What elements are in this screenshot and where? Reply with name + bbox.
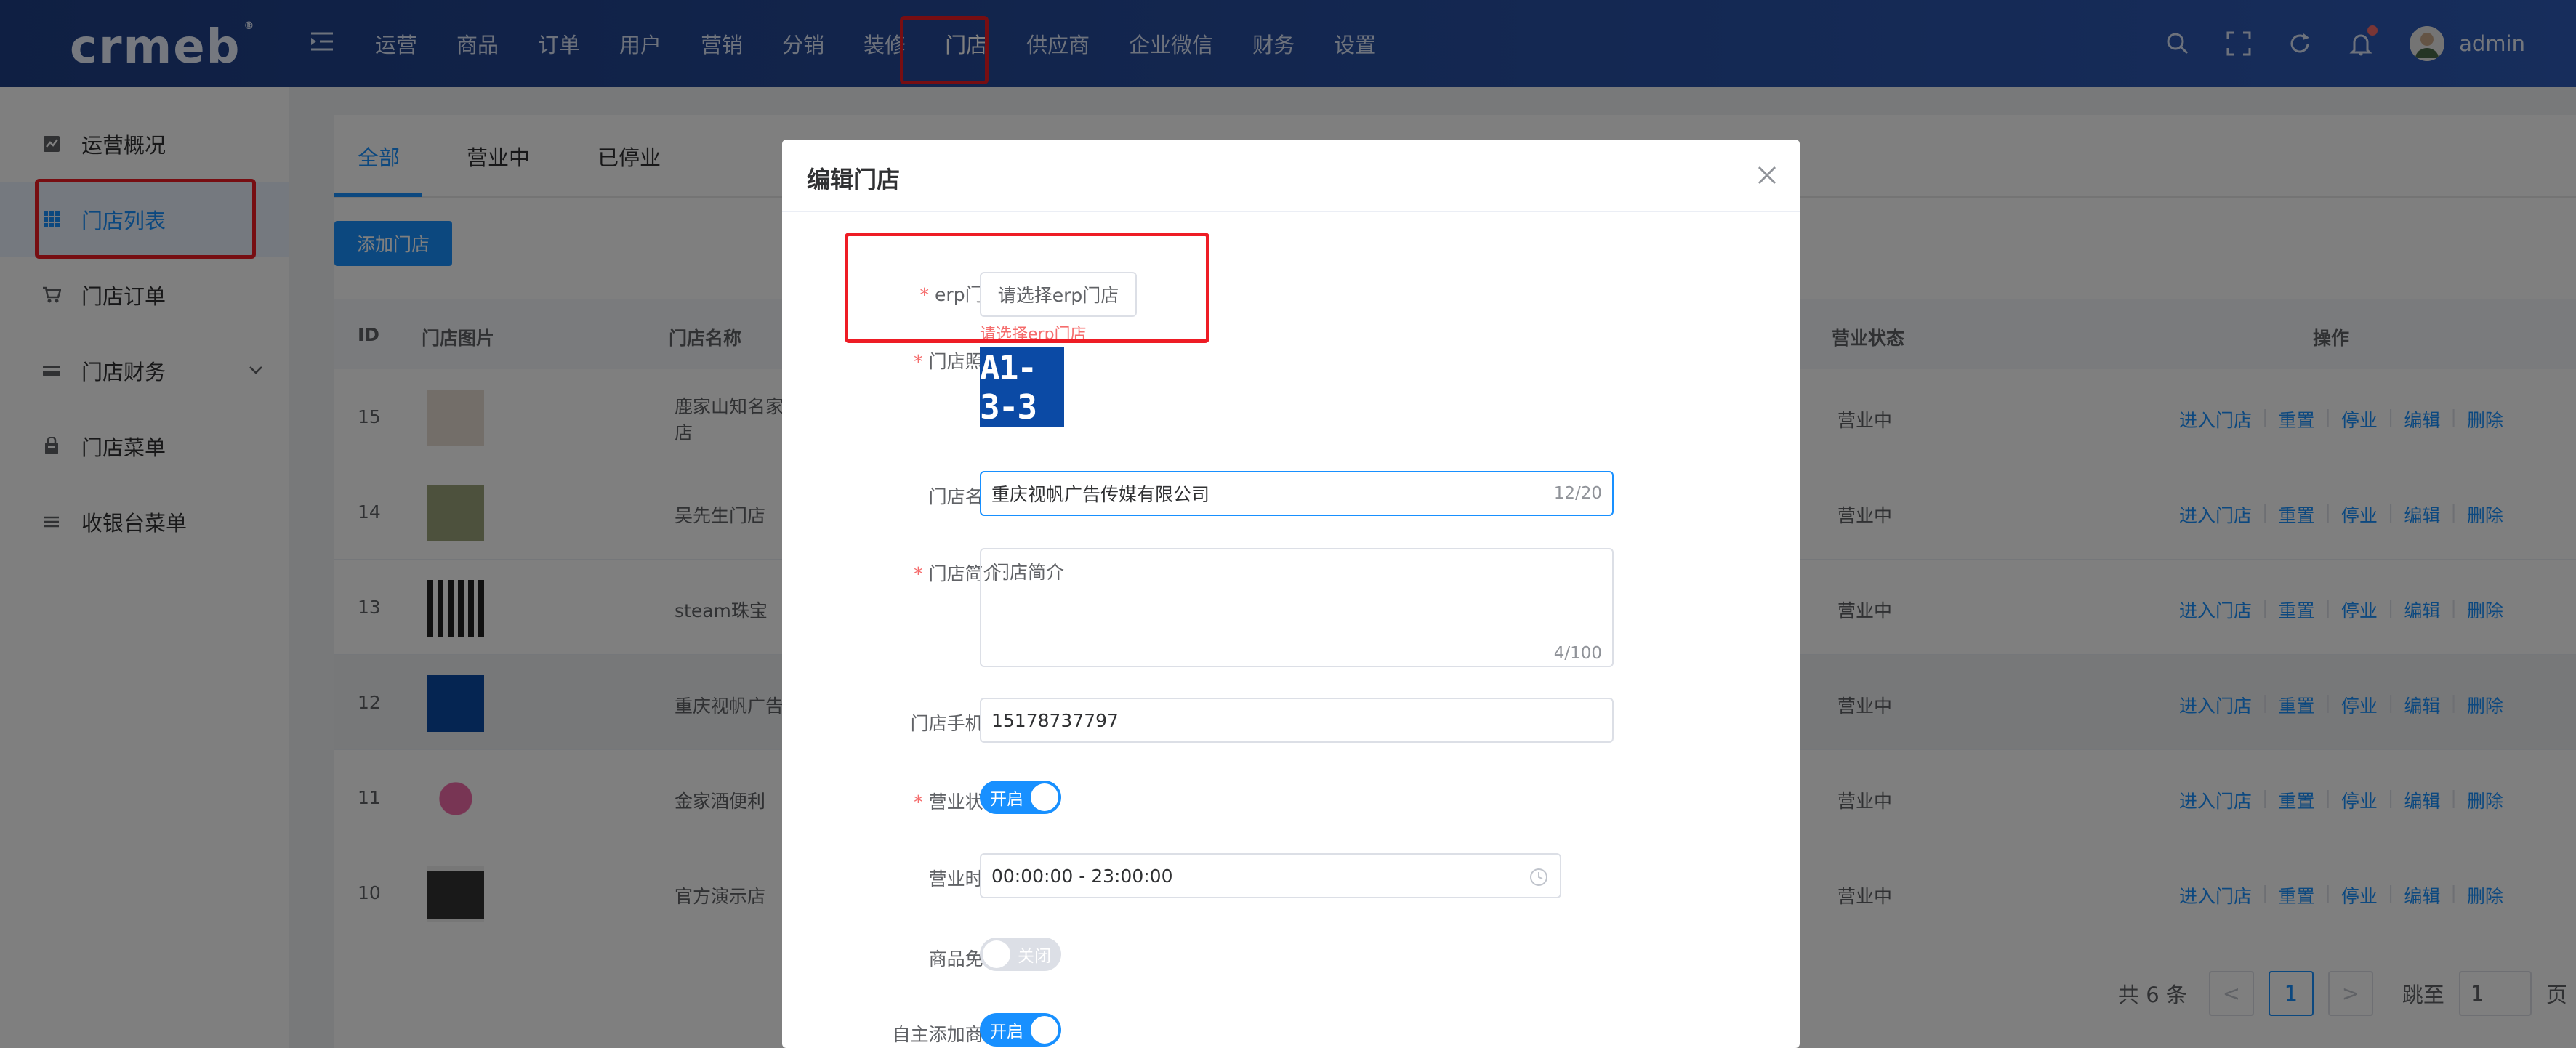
dialog-title: 编辑门店 bbox=[807, 166, 901, 193]
close-icon[interactable] bbox=[1756, 164, 1778, 186]
business-status-switch[interactable]: 开启 bbox=[980, 781, 1061, 814]
business-status-row: * 营业状态: 开启 bbox=[782, 781, 1800, 814]
highlight-erp-store bbox=[845, 233, 1209, 343]
switch-knob bbox=[983, 940, 1010, 968]
switch-knob bbox=[1031, 783, 1058, 811]
switch-text: 开启 bbox=[990, 790, 1023, 809]
store-intro-value: 门店简介 bbox=[991, 562, 1065, 583]
self-add-goods-row: 自主添加商品: 开启 bbox=[782, 1013, 1800, 1047]
product-audit-row: 商品免审: 关闭 bbox=[782, 938, 1800, 971]
store-name-row: 门店名称: 重庆视帆广告传媒有限公司 12/20 bbox=[782, 471, 1800, 516]
product-audit-switch[interactable]: 关闭 bbox=[980, 938, 1061, 971]
business-hours-row: 营业时间: 00:00:00 - 23:00:00 bbox=[782, 853, 1800, 898]
store-phone-row: 门店手机号: 15178737797 bbox=[782, 698, 1800, 743]
business-hours-value: 00:00:00 - 23:00:00 bbox=[991, 865, 1173, 887]
store-name-input[interactable]: 重庆视帆广告传媒有限公司 12/20 bbox=[980, 471, 1614, 516]
store-intro-row: * 门店简介: 门店简介 4/100 bbox=[782, 548, 1800, 667]
self-add-goods-switch[interactable]: 开启 bbox=[980, 1013, 1061, 1047]
switch-knob bbox=[1031, 1016, 1058, 1044]
store-photo[interactable]: A1-3-3 bbox=[980, 347, 1064, 427]
dialog-header: 编辑门店 bbox=[782, 140, 1800, 212]
store-intro-count: 4/100 bbox=[1553, 644, 1602, 663]
store-intro-textarea[interactable]: 门店简介 4/100 bbox=[980, 548, 1614, 667]
switch-text: 开启 bbox=[990, 1023, 1023, 1041]
business-hours-picker[interactable]: 00:00:00 - 23:00:00 bbox=[980, 853, 1561, 898]
store-phone-value: 15178737797 bbox=[991, 709, 1119, 731]
switch-text: 关闭 bbox=[1018, 947, 1051, 966]
store-name-count: 12/20 bbox=[1553, 484, 1602, 503]
store-phone-input[interactable]: 15178737797 bbox=[980, 698, 1614, 743]
store-name-value: 重庆视帆广告传媒有限公司 bbox=[991, 484, 1210, 505]
clock-icon bbox=[1530, 868, 1547, 886]
